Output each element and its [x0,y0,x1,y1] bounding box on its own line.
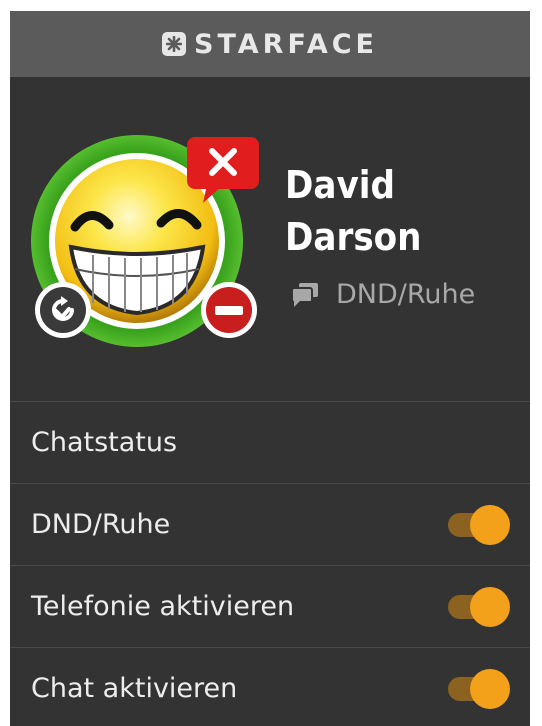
settings-item-label: Chatstatus [31,427,178,458]
brand: STARFACE [162,29,378,60]
last-name: Darson [285,215,422,259]
starface-logo-icon [162,32,187,56]
settings-item-label: Chat aktivieren [31,673,238,704]
telephony-toggle[interactable] [446,586,510,627]
sync-status-badge [35,282,91,338]
status-text: DND/Ruhe [336,279,476,310]
profile-section: David Darson DND/Ruhe [10,77,530,401]
dnd-status-badge [201,282,257,338]
chat-status-badge-icon [187,137,259,203]
status-line: DND/Ruhe [290,279,475,310]
avatar[interactable] [31,135,259,365]
contact-panel: STARFACE David Darson DND/Ruhe Chatstatu… [10,11,530,726]
settings-item-dnd[interactable]: DND/Ruhe [10,483,530,565]
settings-item-chatstatus[interactable]: Chatstatus [10,401,530,483]
settings-item-telephony[interactable]: Telefonie aktivieren [10,565,530,647]
settings-item-label: Telefonie aktivieren [31,591,295,622]
settings-list: Chatstatus DND/Ruhe Telefonie aktivieren… [10,401,530,726]
dnd-toggle[interactable] [446,504,510,545]
settings-item-chat[interactable]: Chat aktivieren [10,647,530,726]
chat-toggle[interactable] [446,668,510,709]
chat-bubbles-icon [291,282,318,307]
contact-name: David Darson [285,159,422,263]
rotate-icon [52,296,74,321]
app-header: STARFACE [10,11,530,77]
minus-icon [215,305,243,315]
settings-item-label: DND/Ruhe [31,509,171,540]
brand-name: STARFACE [194,28,378,60]
first-name: David [285,163,395,207]
